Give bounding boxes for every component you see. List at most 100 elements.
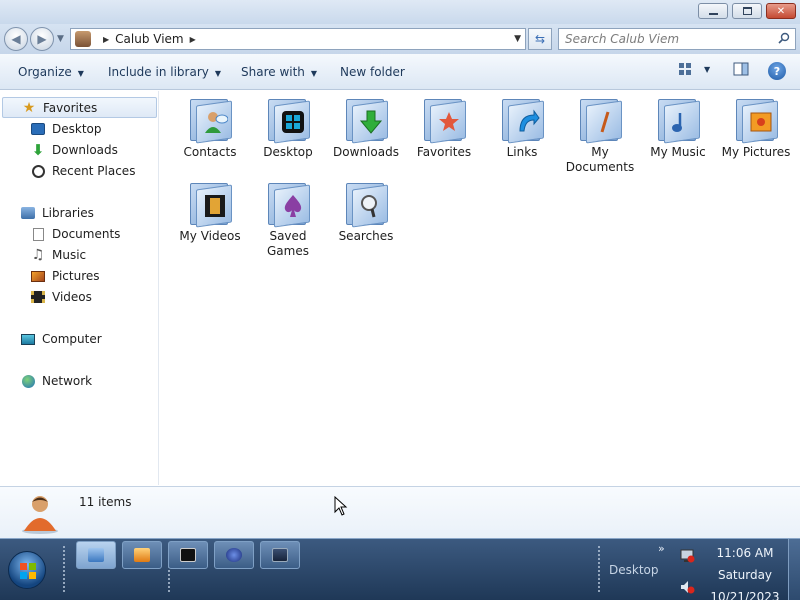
search-box[interactable] — [558, 28, 796, 50]
clock-time: 11:06 AM — [716, 546, 774, 560]
file-label: My Documents — [565, 145, 635, 174]
taskbar-app-tool[interactable] — [260, 541, 300, 569]
media-player-icon — [134, 548, 150, 562]
folder-my-music[interactable]: My Music — [639, 95, 717, 160]
documents-folder-icon — [576, 95, 624, 144]
preview-pane-button[interactable] — [733, 62, 749, 76]
search-icon[interactable] — [778, 32, 790, 44]
help-icon: ? — [768, 62, 786, 80]
new-folder-button[interactable]: New folder — [340, 65, 405, 79]
file-label: Desktop — [263, 145, 313, 159]
chevron-down-icon: ▼ — [310, 69, 318, 78]
show-hidden-icons-button[interactable]: » — [658, 542, 665, 555]
folder-icon — [88, 548, 104, 562]
computer-icon — [20, 331, 36, 347]
nav-item-computer[interactable]: Computer — [20, 331, 102, 347]
arrow-right-icon: ▶ — [37, 32, 47, 46]
desktop-folder-icon — [264, 95, 312, 144]
nav-item-libraries[interactable]: Libraries — [20, 205, 94, 221]
pictures-folder-icon — [732, 95, 780, 144]
folder-favorites[interactable]: Favorites — [405, 95, 483, 160]
nav-item-pictures[interactable]: Pictures — [30, 268, 100, 284]
desktop-toolbar-label[interactable]: Desktop — [609, 563, 659, 577]
taskbar-grip[interactable] — [597, 545, 601, 593]
forward-button[interactable]: ▶ — [30, 27, 54, 51]
chevron-right-icon[interactable]: ▶ — [190, 35, 196, 44]
taskbar-command-prompt[interactable] — [168, 541, 208, 569]
favorites-folder-icon — [420, 95, 468, 144]
folder-downloads[interactable]: Downloads — [327, 95, 405, 160]
restore-button[interactable] — [732, 3, 762, 19]
network-status-icon[interactable] — [679, 548, 695, 564]
folder-my-videos[interactable]: My Videos — [171, 179, 249, 244]
folder-desktop[interactable]: Desktop — [249, 95, 327, 160]
folder-links[interactable]: Links — [483, 95, 561, 160]
folder-contacts[interactable]: Contacts — [171, 95, 249, 160]
music-folder-icon — [654, 95, 702, 144]
folder-saved-games[interactable]: Saved Games — [249, 179, 327, 259]
taskbar-explorer[interactable] — [76, 541, 116, 569]
document-icon — [30, 226, 46, 242]
clock-icon — [30, 163, 46, 179]
address-bar[interactable]: ▶ Calub Viem ▶ ▼ — [70, 28, 526, 50]
folder-my-documents[interactable]: My Documents — [561, 95, 639, 175]
volume-muted-icon[interactable] — [679, 579, 695, 595]
music-note-icon: ♫ — [31, 247, 45, 263]
file-label: Favorites — [416, 145, 472, 159]
taskbar-media-player[interactable] — [122, 541, 162, 569]
library-icon — [20, 205, 36, 221]
organize-menu[interactable]: Organize ▼ — [18, 65, 84, 79]
chevron-right-icon[interactable]: ▶ — [103, 35, 109, 44]
folder-searches[interactable]: Searches — [327, 179, 405, 244]
nav-item-music[interactable]: ♫ Music — [30, 247, 86, 263]
refresh-button[interactable]: ⇆ — [528, 28, 552, 50]
picture-icon — [30, 268, 46, 284]
clock-day: Saturday — [717, 568, 773, 582]
nav-item-label: Documents — [52, 227, 121, 241]
minimize-button[interactable] — [698, 3, 728, 19]
address-dropdown-icon[interactable]: ▼ — [514, 34, 521, 44]
taskbar-grip[interactable] — [62, 545, 66, 593]
recent-pages-dropdown[interactable]: ▼ — [57, 34, 64, 44]
folder-my-pictures[interactable]: My Pictures — [717, 95, 795, 160]
links-folder-icon — [498, 95, 546, 144]
minimize-icon — [708, 12, 718, 15]
film-icon — [30, 289, 46, 305]
network-globe-icon — [20, 373, 36, 389]
nav-item-favorites[interactable]: ★ Favorites — [2, 97, 157, 118]
file-list: Contacts Desktop Downloads Favorites Lin… — [160, 91, 800, 485]
command-prompt-icon — [180, 548, 196, 562]
help-button[interactable]: ? — [768, 62, 786, 80]
include-in-library-menu[interactable]: Include in library ▼ — [108, 65, 221, 79]
show-desktop-button[interactable] — [788, 539, 800, 600]
item-count: 11 items — [79, 495, 132, 509]
nav-item-label: Videos — [52, 290, 92, 304]
organize-label: Organize — [18, 65, 72, 79]
nav-item-documents[interactable]: Documents — [30, 226, 120, 242]
file-label: Saved Games — [267, 229, 309, 258]
nav-item-label: Libraries — [42, 206, 94, 220]
arrow-left-icon: ◀ — [11, 32, 21, 46]
taskbar-app-media[interactable] — [214, 541, 254, 569]
refresh-icon: ⇆ — [534, 32, 546, 46]
nav-item-desktop[interactable]: Desktop — [30, 121, 102, 137]
file-label: Downloads — [333, 145, 399, 159]
start-button[interactable] — [8, 551, 46, 589]
download-arrow-icon: ⬇ — [31, 141, 45, 159]
tool-app-icon — [272, 548, 288, 562]
system-clock[interactable]: 11:06 AM Saturday 10/21/2023 — [705, 542, 785, 600]
nav-item-recent-places[interactable]: Recent Places — [30, 163, 135, 179]
views-icon — [679, 63, 691, 75]
star-icon: ★ — [22, 99, 36, 116]
clock-date: 10/21/2023 — [710, 590, 780, 600]
views-button[interactable]: ▼ — [678, 62, 710, 76]
search-input[interactable] — [559, 29, 769, 49]
close-button[interactable]: ✕ — [766, 3, 796, 19]
nav-item-network[interactable]: Network — [20, 373, 92, 389]
breadcrumb-user[interactable]: Calub Viem — [115, 32, 183, 46]
share-with-menu[interactable]: Share with ▼ — [241, 65, 317, 79]
nav-item-videos[interactable]: Videos — [30, 289, 92, 305]
nav-item-downloads[interactable]: ⬇ Downloads — [30, 141, 118, 159]
include-in-library-label: Include in library — [108, 65, 209, 79]
back-button[interactable]: ◀ — [4, 27, 28, 51]
